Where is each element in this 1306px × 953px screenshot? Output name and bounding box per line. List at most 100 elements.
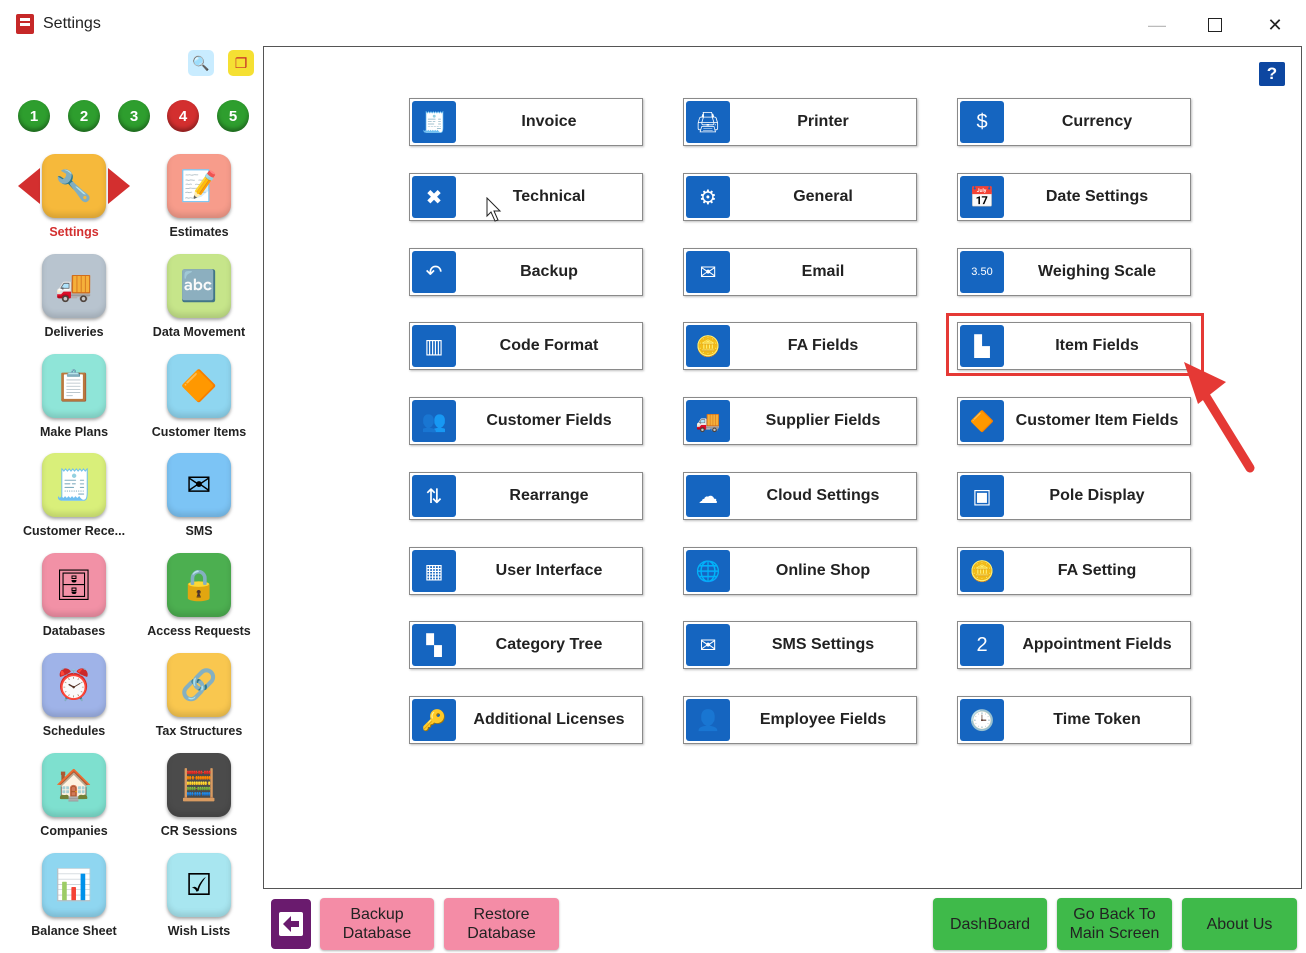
sms-folder-icon: ✉ <box>167 453 231 517</box>
printer-icon: 🖨 <box>686 101 730 143</box>
sidebar-item-label: Estimates <box>169 224 229 240</box>
data-movement-icon: 🔤 <box>167 254 231 318</box>
sidebar-item-sms[interactable]: ✉ SMS <box>137 453 261 553</box>
supplier-truck-icon: 🚚 <box>686 400 730 442</box>
page-button-3[interactable]: 3 <box>118 100 150 132</box>
time-token-button[interactable]: 🕒 Time Token <box>957 696 1191 744</box>
settings-button-label: Customer Fields <box>486 412 612 429</box>
user-interface-button[interactable]: ▦ User Interface <box>409 547 643 595</box>
wrench-screwdriver-icon: ✖ <box>412 176 456 218</box>
mouse-cursor-icon <box>486 197 502 222</box>
employee-fields-button[interactable]: 👤 Employee Fields <box>683 696 917 744</box>
fa-setting-button[interactable]: 🪙 FA Setting <box>957 547 1191 595</box>
sidebar-item-customer-rece[interactable]: 🧾 Customer Rece... <box>12 453 136 553</box>
currency-icon: $ <box>960 101 1004 143</box>
sidebar-item-label: Balance Sheet <box>31 923 117 939</box>
key-icon: 🔑 <box>412 699 456 741</box>
close-button[interactable]: ✕ <box>1252 10 1298 40</box>
calendar-clock-icon: 📅 <box>960 176 1004 218</box>
page-button-5[interactable]: 5 <box>217 100 249 132</box>
page-button-4[interactable]: 4 <box>167 100 199 132</box>
sidebar-item-companies[interactable]: 🏠 Companies <box>12 753 136 853</box>
grid-icon: ▦ <box>412 550 456 592</box>
sidebar-item-label: Settings <box>49 224 99 240</box>
settings-button-label: Code Format <box>499 337 599 354</box>
sidebar-item-cr-sessions[interactable]: 🧮 CR Sessions <box>137 753 261 853</box>
sidebar-item-data-movement[interactable]: 🔤 Data Movement <box>137 254 261 354</box>
sidebar-item-label: Wish Lists <box>167 923 231 939</box>
customer-item-icon: 🔶 <box>960 400 1004 442</box>
minimize-button[interactable]: — <box>1134 10 1180 40</box>
settings-button-label: Time Token <box>1053 711 1141 728</box>
backup-button[interactable]: ↶ Backup <box>409 248 643 296</box>
online-shop-button[interactable]: 🌐 Online Shop <box>683 547 917 595</box>
currency-button[interactable]: $ Currency <box>957 98 1191 146</box>
cloud-settings-button[interactable]: ☁ Cloud Settings <box>683 472 917 520</box>
sidebar-item-deliveries[interactable]: 🚚 Deliveries <box>12 254 136 354</box>
dashboard-button[interactable]: DashBoard <box>933 898 1047 950</box>
customer-fields-button[interactable]: 👥 Customer Fields <box>409 397 643 445</box>
sidebar-item-databases[interactable]: 🗄 Databases <box>12 553 136 653</box>
back-button[interactable] <box>271 899 311 949</box>
sidebar-item-estimates[interactable]: 📝 Estimates <box>137 154 261 254</box>
go-back-main-screen-button[interactable]: Go Back To Main Screen <box>1057 898 1172 950</box>
email-button[interactable]: ✉ Email <box>683 248 917 296</box>
rearrange-button[interactable]: ⇅ Rearrange <box>409 472 643 520</box>
search-icon[interactable]: 🔍 <box>188 50 214 76</box>
globe-icon: 🌐 <box>686 550 730 592</box>
fa-fields-button[interactable]: 🪙 FA Fields <box>683 322 917 370</box>
sidebar-item-label: Customer Rece... <box>22 523 126 539</box>
sidebar-item-access-requests[interactable]: 🔒 Access Requests <box>137 553 261 653</box>
sidebar-item-customer-items[interactable]: 🔶 Customer Items <box>137 354 261 454</box>
plan-clipboard-icon: 📋 <box>42 354 106 418</box>
general-button[interactable]: ⚙ General <box>683 173 917 221</box>
restore-database-button[interactable]: Restore Database <box>444 898 559 950</box>
highlight-box <box>946 313 1204 376</box>
supplier-fields-button[interactable]: 🚚 Supplier Fields <box>683 397 917 445</box>
backup-database-button[interactable]: Backup Database <box>320 898 434 950</box>
settings-button-label: FA Setting <box>1057 562 1137 579</box>
category-tree-button[interactable]: ▚ Category Tree <box>409 621 643 669</box>
windows-icon[interactable]: ❐ <box>228 50 254 76</box>
technical-button[interactable]: ✖ Technical <box>409 173 643 221</box>
additional-licenses-button[interactable]: 🔑 Additional Licenses <box>409 696 643 744</box>
date-settings-button[interactable]: 📅 Date Settings <box>957 173 1191 221</box>
sms-settings-button[interactable]: ✉ SMS Settings <box>683 621 917 669</box>
settings-button-label: Email <box>801 263 845 280</box>
title-bar: Settings — ✕ <box>0 0 1306 48</box>
appointment-fields-button[interactable]: 2 Appointment Fields <box>957 621 1191 669</box>
sidebar: 🔍 ❐ 12345 🔧 Settings 📝 Estimates 🚚 Deliveries… <box>0 48 262 953</box>
sidebar-item-balance-sheet[interactable]: 📊 Balance Sheet <box>12 853 136 953</box>
scale-display-icon: 3.50 <box>960 251 1004 293</box>
invoice-icon: 🧾 <box>412 101 456 143</box>
sidebar-item-label: Make Plans <box>39 424 109 440</box>
shapes-icon: 🔶 <box>167 354 231 418</box>
sidebar-item-label: Customer Items <box>151 424 247 440</box>
help-button[interactable]: ? <box>1259 62 1285 86</box>
pole-display-button[interactable]: ▣ Pole Display <box>957 472 1191 520</box>
barcode-icon: ▥ <box>412 325 456 367</box>
employee-icon: 👤 <box>686 699 730 741</box>
sidebar-item-label: Data Movement <box>152 324 246 340</box>
sidebar-item-settings[interactable]: 🔧 Settings <box>12 154 136 254</box>
sidebar-item-schedules[interactable]: ⏰ Schedules <box>12 653 136 753</box>
sidebar-item-label: Databases <box>42 623 106 639</box>
settings-button-label: Invoice <box>521 113 577 130</box>
settings-button-label: Online Shop <box>775 562 871 579</box>
checklist-icon: ☑ <box>167 853 231 917</box>
maximize-button[interactable] <box>1192 10 1238 40</box>
weighing-scale-button[interactable]: 3.50 Weighing Scale <box>957 248 1191 296</box>
about-us-button[interactable]: About Us <box>1182 898 1297 950</box>
settings-button-label: Supplier Fields <box>765 412 881 429</box>
customer-item-fields-button[interactable]: 🔶 Customer Item Fields <box>957 397 1191 445</box>
tree-icon: ▚ <box>412 624 456 666</box>
invoice-button[interactable]: 🧾 Invoice <box>409 98 643 146</box>
printer-button[interactable]: 🖨 Printer <box>683 98 917 146</box>
page-button-2[interactable]: 2 <box>68 100 100 132</box>
sidebar-item-wish-lists[interactable]: ☑ Wish Lists <box>137 853 261 953</box>
page-button-1[interactable]: 1 <box>18 100 50 132</box>
sidebar-item-tax-structures[interactable]: 🔗 Tax Structures <box>137 653 261 753</box>
code-format-button[interactable]: ▥ Code Format <box>409 322 643 370</box>
maximize-icon <box>1208 18 1222 32</box>
sidebar-item-make-plans[interactable]: 📋 Make Plans <box>12 354 136 454</box>
